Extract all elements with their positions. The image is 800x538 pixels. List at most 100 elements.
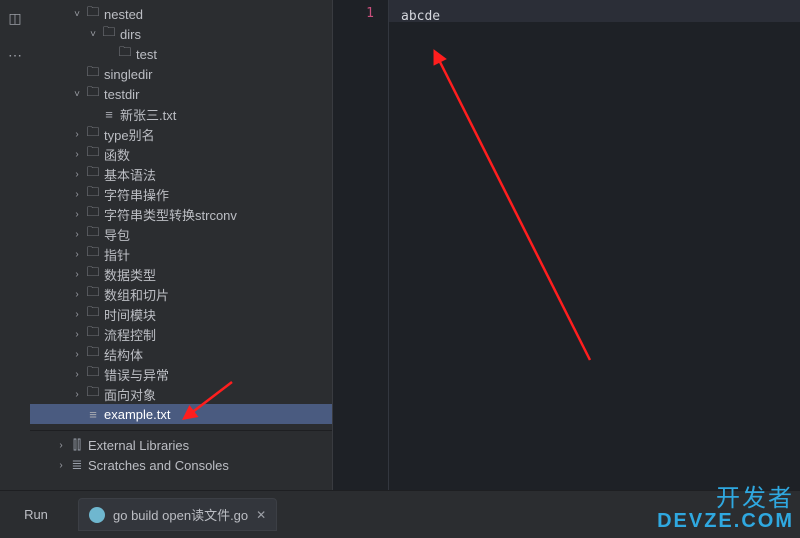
- scratch-icon: ≣: [68, 457, 86, 473]
- chevron-right-icon[interactable]: ›: [70, 329, 84, 340]
- folder-icon: 🗀: [84, 263, 102, 285]
- tree-row[interactable]: ›🗀字符串类型转换strconv: [30, 204, 332, 224]
- run-tool-label[interactable]: Run: [0, 507, 72, 522]
- folder-icon: 🗀: [84, 363, 102, 385]
- tree-row[interactable]: ›🗀字符串操作: [30, 184, 332, 204]
- tree-row[interactable]: ≡新张三.txt: [30, 104, 332, 124]
- structure-icon[interactable]: ◫: [8, 10, 21, 27]
- editor-content[interactable]: abcde: [389, 0, 800, 490]
- tree-row[interactable]: ›🗀数据类型: [30, 264, 332, 284]
- tree-item-label: 流程控制: [102, 325, 156, 344]
- tree-item-label: 函数: [102, 145, 130, 164]
- tree-row[interactable]: ›🗀错误与异常: [30, 364, 332, 384]
- tree-row[interactable]: ›🗀函数: [30, 144, 332, 164]
- chevron-right-icon[interactable]: ›: [70, 369, 84, 380]
- chevron-right-icon[interactable]: ›: [70, 289, 84, 300]
- tree-item-label: External Libraries: [86, 438, 189, 453]
- file-icon: ≡: [100, 107, 118, 122]
- tree-item-label: nested: [102, 7, 143, 22]
- tree-item-label: 数据类型: [102, 265, 156, 284]
- tree-row[interactable]: ›🗀导包: [30, 224, 332, 244]
- tree-row[interactable]: ›🗀面向对象: [30, 384, 332, 404]
- tree-item-label: 结构体: [102, 345, 143, 364]
- tree-row[interactable]: ›🗀基本语法: [30, 164, 332, 184]
- editor-gutter: 1: [333, 0, 389, 490]
- tree-item-label: 面向对象: [102, 385, 156, 404]
- folder-icon: 🗀: [100, 23, 118, 45]
- chevron-right-icon[interactable]: ›: [70, 309, 84, 320]
- tree-item-label: 时间模块: [102, 305, 156, 324]
- tree-row[interactable]: ›⫿⫿External Libraries: [30, 435, 332, 455]
- tree-item-label: singledir: [102, 67, 152, 82]
- chevron-right-icon[interactable]: ›: [70, 129, 84, 140]
- tree-row[interactable]: ˅🗀nested: [30, 4, 332, 24]
- bottom-panel: Run go build open读文件.go ✕: [0, 490, 800, 538]
- folder-icon: 🗀: [84, 383, 102, 405]
- tree-item-label: test: [134, 47, 157, 62]
- tree-row[interactable]: ›🗀数组和切片: [30, 284, 332, 304]
- chevron-down-icon[interactable]: ˅: [70, 9, 84, 20]
- chevron-down-icon[interactable]: ˅: [70, 89, 84, 100]
- folder-icon: 🗀: [84, 123, 102, 145]
- tree-row[interactable]: ›🗀type别名: [30, 124, 332, 144]
- chevron-right-icon[interactable]: ›: [70, 149, 84, 160]
- chevron-right-icon[interactable]: ›: [54, 440, 68, 451]
- folder-icon: 🗀: [84, 283, 102, 305]
- tree-item-label: 新张三.txt: [118, 105, 176, 124]
- project-tree[interactable]: ˅🗀nested˅🗀dirs🗀test🗀singledir˅🗀testdir≡新…: [30, 0, 332, 479]
- file-icon: ≡: [84, 407, 102, 422]
- tree-item-label: 数组和切片: [102, 285, 169, 304]
- project-sidebar: ˅🗀nested˅🗀dirs🗀test🗀singledir˅🗀testdir≡新…: [30, 0, 332, 490]
- library-icon: ⫿⫿: [68, 437, 86, 453]
- tree-item-label: 导包: [102, 225, 130, 244]
- editor-text: abcde: [401, 6, 788, 28]
- folder-icon: 🗀: [84, 183, 102, 205]
- chevron-right-icon[interactable]: ›: [70, 229, 84, 240]
- tree-row[interactable]: ˅🗀dirs: [30, 24, 332, 44]
- chevron-right-icon[interactable]: ›: [70, 349, 84, 360]
- tree-row[interactable]: ›🗀时间模块: [30, 304, 332, 324]
- tree-item-label: 指针: [102, 245, 130, 264]
- run-config-tab[interactable]: go build open读文件.go ✕: [78, 498, 277, 531]
- chevron-right-icon[interactable]: ›: [70, 169, 84, 180]
- chevron-right-icon[interactable]: ›: [70, 249, 84, 260]
- tree-row[interactable]: ›🗀流程控制: [30, 324, 332, 344]
- folder-icon: 🗀: [84, 143, 102, 165]
- tree-row[interactable]: ›🗀指针: [30, 244, 332, 264]
- tree-item-label: 基本语法: [102, 165, 156, 184]
- chevron-right-icon[interactable]: ›: [54, 460, 68, 471]
- folder-icon: 🗀: [84, 223, 102, 245]
- folder-icon: 🗀: [84, 3, 102, 25]
- tree-item-label: dirs: [118, 27, 141, 42]
- more-icon[interactable]: ⋯: [8, 47, 22, 64]
- tree-row[interactable]: 🗀singledir: [30, 64, 332, 84]
- tree-item-label: type别名: [102, 125, 155, 144]
- tree-item-label: 字符串操作: [102, 185, 169, 204]
- folder-icon: 🗀: [84, 83, 102, 105]
- tree-row[interactable]: ≡example.txt: [30, 404, 332, 424]
- chevron-right-icon[interactable]: ›: [70, 269, 84, 280]
- tree-item-label: Scratches and Consoles: [86, 458, 229, 473]
- close-icon[interactable]: ✕: [256, 508, 266, 522]
- folder-icon: 🗀: [84, 203, 102, 225]
- folder-icon: 🗀: [84, 303, 102, 325]
- tree-item-label: 字符串类型转换strconv: [102, 205, 237, 224]
- tree-row[interactable]: 🗀test: [30, 44, 332, 64]
- chevron-right-icon[interactable]: ›: [70, 189, 84, 200]
- folder-icon: 🗀: [84, 63, 102, 85]
- chevron-right-icon[interactable]: ›: [70, 389, 84, 400]
- tree-item-label: testdir: [102, 87, 139, 102]
- chevron-right-icon[interactable]: ›: [70, 209, 84, 220]
- folder-icon: 🗀: [116, 43, 134, 65]
- tree-row[interactable]: ›≣Scratches and Consoles: [30, 455, 332, 475]
- tree-row[interactable]: ˅🗀testdir: [30, 84, 332, 104]
- run-config-label: go build open读文件.go: [113, 505, 248, 524]
- go-icon: [89, 507, 105, 523]
- tree-row[interactable]: ›🗀结构体: [30, 344, 332, 364]
- editor-area: 1 abcde: [332, 0, 800, 490]
- tree-item-label: 错误与异常: [102, 365, 169, 384]
- chevron-down-icon[interactable]: ˅: [86, 29, 100, 40]
- left-tool-gutter: ◫ ⋯: [0, 0, 30, 490]
- folder-icon: 🗀: [84, 163, 102, 185]
- folder-icon: 🗀: [84, 343, 102, 365]
